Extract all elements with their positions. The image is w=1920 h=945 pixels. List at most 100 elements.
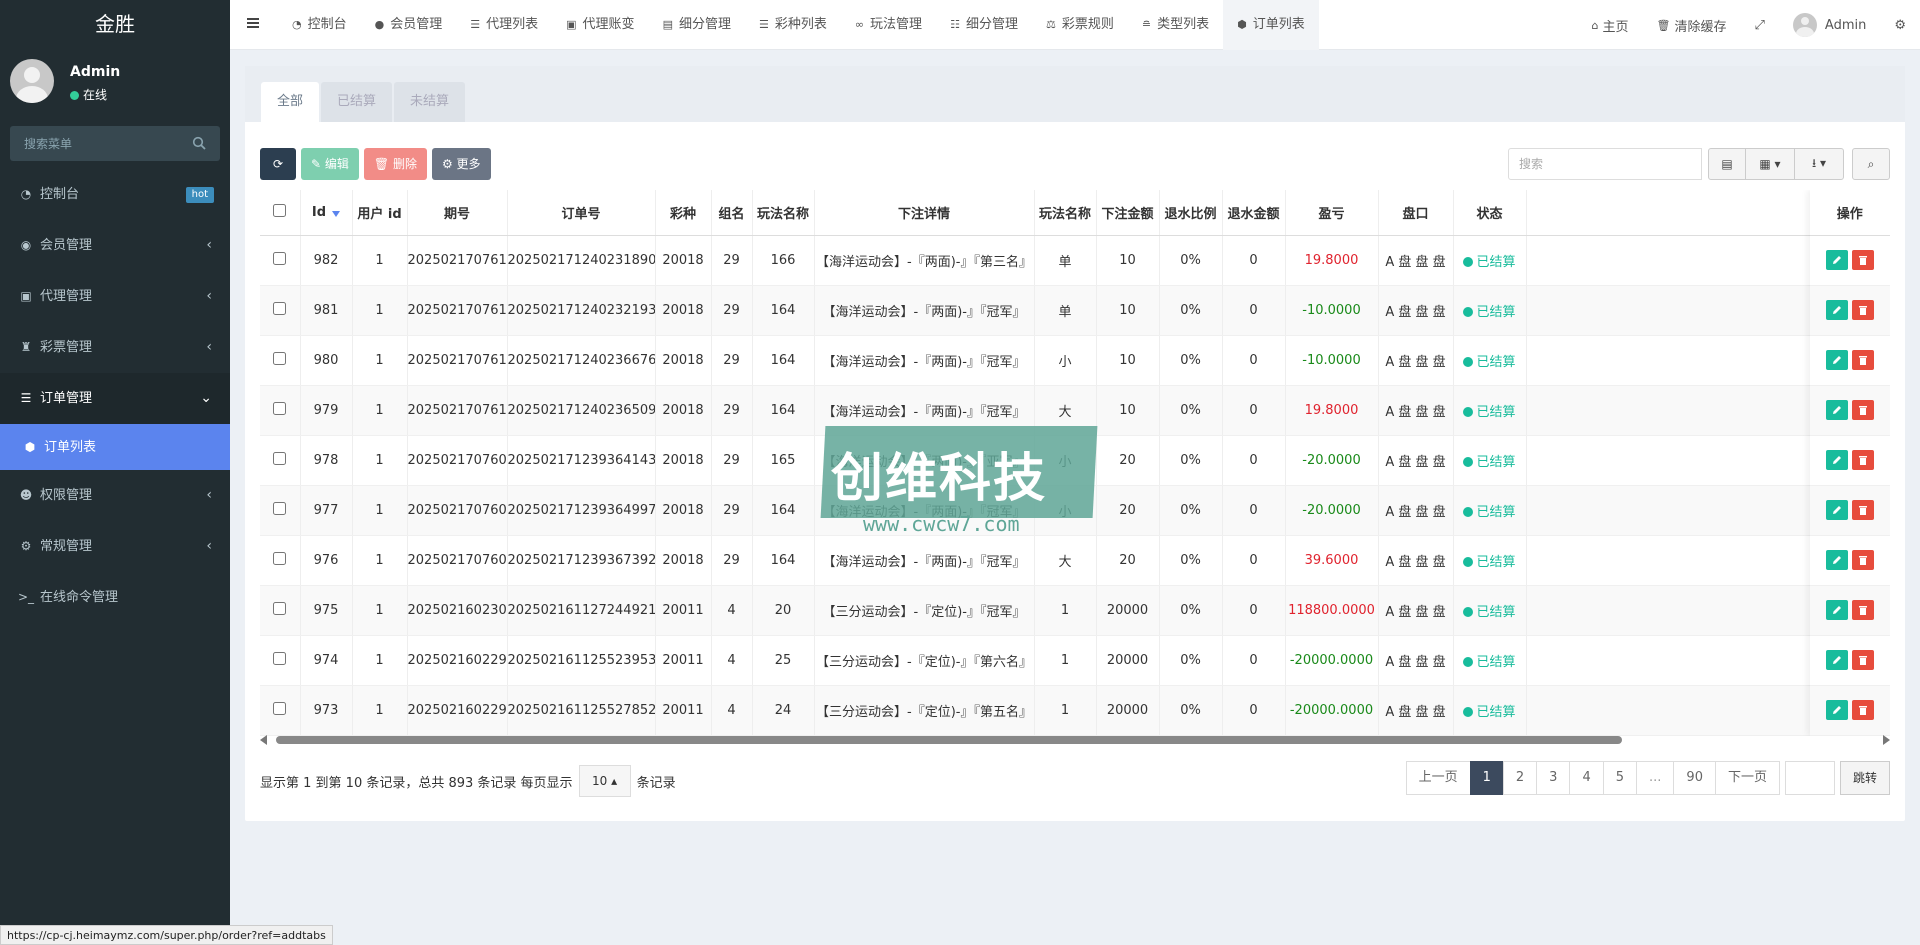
row-delete-button[interactable] [1852,600,1874,620]
cell-status[interactable]: 已结算 [1453,685,1526,735]
row-edit-button[interactable] [1826,400,1848,420]
tab-all[interactable]: 全部 [261,82,319,122]
tab-agent-list[interactable]: ☰代理列表 [456,0,552,50]
cell-status[interactable]: 已结算 [1453,635,1526,685]
page-size-select[interactable]: 10 ▴ [579,765,631,797]
row-checkbox[interactable] [273,602,286,615]
sidebar-item-members[interactable]: ◉会员管理‹ [0,220,230,271]
row-edit-button[interactable] [1826,300,1848,320]
cell-status[interactable]: 已结算 [1453,385,1526,435]
row-delete-button[interactable] [1852,350,1874,370]
row-checkbox[interactable] [273,552,286,565]
table-row[interactable]: 9741202502160229202502161125523953620011… [260,635,1890,685]
jump-page-input[interactable] [1785,761,1835,795]
horizontal-scrollbar[interactable] [260,733,1890,745]
tab-unsettled[interactable]: 未结算 [394,82,465,122]
row-checkbox[interactable] [273,352,286,365]
table-row[interactable]: 9771202502170760202502171239364997120018… [260,485,1890,535]
export-button[interactable]: ⭳ ▾ [1794,148,1844,180]
cell-status[interactable]: 已结算 [1453,235,1526,285]
select-all-checkbox[interactable] [273,204,286,217]
row-delete-button[interactable] [1852,500,1874,520]
page-2[interactable]: 2 [1503,761,1537,795]
settings-button[interactable]: ⚙ [1880,0,1920,50]
advanced-search-button[interactable]: ⌕ [1852,148,1890,180]
tab-segment-manage-2[interactable]: ☷细分管理 [936,0,1032,50]
row-delete-button[interactable] [1852,550,1874,570]
page-90[interactable]: 90 [1673,761,1716,795]
sidebar-item-lottery[interactable]: ♜彩票管理‹ [0,322,230,373]
table-row[interactable]: 9781202502170760202502171239364143920018… [260,435,1890,485]
tab-settled[interactable]: 已结算 [321,82,392,122]
table-row[interactable]: 9731202502160229202502161125527852320011… [260,685,1890,735]
row-delete-button[interactable] [1852,450,1874,470]
table-search-input[interactable] [1508,148,1702,180]
refresh-button[interactable]: ⟳ [260,148,296,180]
tab-type-list[interactable]: ≘类型列表 [1128,0,1223,50]
row-edit-button[interactable] [1826,350,1848,370]
next-page-button[interactable]: 下一页 [1715,761,1780,795]
row-checkbox[interactable] [273,702,286,715]
row-checkbox[interactable] [273,302,286,315]
col-header-id[interactable]: Id [300,190,352,235]
tab-lottery-rules[interactable]: ⚖彩票规则 [1032,0,1128,50]
toggle-view-button[interactable]: ▤ [1708,148,1746,180]
cell-status[interactable]: 已结算 [1453,485,1526,535]
row-checkbox[interactable] [273,402,286,415]
table-row[interactable]: 9761202502170760202502171239367392120018… [260,535,1890,585]
tab-play-manage[interactable]: ∞玩法管理 [841,0,936,50]
cell-status[interactable]: 已结算 [1453,535,1526,585]
table-row[interactable]: 9821202502170761202502171240231890220018… [260,235,1890,285]
sidebar-item-order-list[interactable]: ⬢订单列表 [0,424,230,470]
row-delete-button[interactable] [1852,300,1874,320]
cell-status[interactable]: 已结算 [1453,335,1526,385]
row-edit-button[interactable] [1826,550,1848,570]
more-button[interactable]: ⚙ 更多 [432,148,491,180]
row-delete-button[interactable] [1852,650,1874,670]
sidebar-item-commands[interactable]: >_在线命令管理 [0,572,230,623]
tab-members[interactable]: ●会员管理 [361,0,457,50]
user-menu[interactable]: Admin [1779,0,1880,50]
tab-order-list[interactable]: ⬢订单列表 [1223,0,1319,50]
row-edit-button[interactable] [1826,650,1848,670]
row-checkbox[interactable] [273,652,286,665]
row-delete-button[interactable] [1852,250,1874,270]
search-icon[interactable] [192,136,206,150]
row-edit-button[interactable] [1826,700,1848,720]
tab-agent-balance[interactable]: ▣代理账变 [552,0,648,50]
edit-button[interactable]: ✎ 编辑 [301,148,359,180]
scroll-left-icon[interactable] [260,735,267,745]
home-link[interactable]: ⌂主页 [1578,0,1643,50]
page-3[interactable]: 3 [1536,761,1570,795]
row-checkbox[interactable] [273,502,286,515]
page-4[interactable]: 4 [1569,761,1603,795]
scroll-right-icon[interactable] [1883,735,1890,745]
table-row[interactable]: 9801202502170761202502171240236676420018… [260,335,1890,385]
scrollbar-thumb[interactable] [276,736,1622,744]
brand-logo[interactable]: 金胜 [0,0,230,50]
row-delete-button[interactable] [1852,700,1874,720]
cell-status[interactable]: 已结算 [1453,435,1526,485]
row-edit-button[interactable] [1826,500,1848,520]
fullscreen-button[interactable]: ⤢ [1741,0,1779,50]
menu-toggle-icon[interactable] [246,16,260,30]
columns-button[interactable]: ▦ ▾ [1745,148,1795,180]
page-5[interactable]: 5 [1603,761,1637,795]
tab-lottery-list[interactable]: ☰彩种列表 [745,0,841,50]
table-row[interactable]: 9811202502170761202502171240232193920018… [260,285,1890,335]
sidebar-item-orders[interactable]: ☰订单管理⌄ [0,373,230,424]
sidebar-item-dashboard[interactable]: ◔控制台hot [0,169,230,220]
tab-dashboard[interactable]: ◔控制台 [278,0,361,50]
sidebar-item-agents[interactable]: ▣代理管理‹ [0,271,230,322]
row-edit-button[interactable] [1826,450,1848,470]
jump-button[interactable]: 跳转 [1840,761,1890,795]
row-delete-button[interactable] [1852,400,1874,420]
tab-segment-manage[interactable]: ▤细分管理 [649,0,745,50]
table-row[interactable]: 9791202502170761202502171240236509120018… [260,385,1890,435]
prev-page-button[interactable]: 上一页 [1406,761,1471,795]
row-checkbox[interactable] [273,452,286,465]
page-1[interactable]: 1 [1470,761,1504,795]
delete-button[interactable]: 🗑 删除 [364,148,427,180]
row-edit-button[interactable] [1826,250,1848,270]
sidebar-item-permissions[interactable]: ☻权限管理‹ [0,470,230,521]
